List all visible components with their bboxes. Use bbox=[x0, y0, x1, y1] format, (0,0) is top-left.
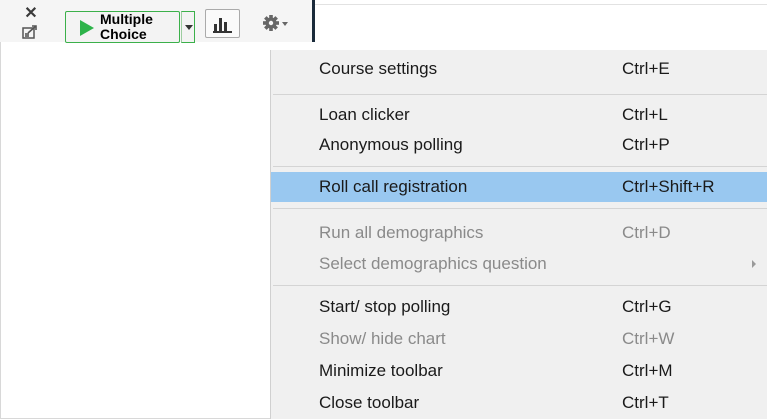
menu-item-close-toolbar[interactable]: Close toolbar Ctrl+T bbox=[271, 388, 767, 418]
divider bbox=[314, 4, 767, 5]
menu-item-label: Close toolbar bbox=[319, 393, 420, 412]
menu-item-label: Select demographics question bbox=[319, 254, 547, 273]
menu-item-shortcut: Ctrl+E bbox=[622, 59, 670, 78]
menu-item-label: Start/ stop polling bbox=[319, 297, 451, 316]
bar-chart-icon bbox=[213, 18, 232, 33]
menu-item-label: Course settings bbox=[319, 59, 438, 78]
menu-item-shortcut: Ctrl+M bbox=[622, 361, 673, 380]
menu-item-label: Anonymous polling bbox=[319, 135, 463, 154]
menu-item-anonymous-polling[interactable]: Anonymous polling Ctrl+P bbox=[271, 130, 767, 160]
menu-item-shortcut: Ctrl+L bbox=[622, 105, 668, 124]
menu-item-label: Loan clicker bbox=[319, 105, 410, 124]
menu-item-select-demographics-question[interactable]: Select demographics question bbox=[271, 249, 767, 279]
menu-item-shortcut: Ctrl+P bbox=[622, 135, 670, 154]
menu-item-label: Run all demographics bbox=[319, 223, 484, 242]
menu-separator bbox=[273, 94, 767, 95]
menu-item-shortcut: Ctrl+G bbox=[622, 297, 672, 316]
play-icon bbox=[80, 20, 94, 36]
menu-item-minimize-toolbar[interactable]: Minimize toolbar Ctrl+M bbox=[271, 356, 767, 386]
close-icon[interactable]: ✕ bbox=[22, 6, 40, 22]
menu-item-shortcut: Ctrl+Shift+R bbox=[622, 177, 715, 196]
menu-item-show-hide-chart[interactable]: Show/ hide chart Ctrl+W bbox=[271, 324, 767, 354]
menu-item-label: Roll call registration bbox=[319, 177, 468, 196]
window-frame-left bbox=[0, 0, 1, 419]
question-type-label: Multiple Choice bbox=[100, 11, 153, 42]
export-icon[interactable] bbox=[21, 24, 41, 40]
menu-item-label: Minimize toolbar bbox=[319, 361, 443, 380]
menu-item-shortcut: Ctrl+T bbox=[622, 393, 669, 412]
menu-separator bbox=[273, 166, 767, 167]
menu-item-shortcut: Ctrl+D bbox=[622, 223, 671, 242]
chevron-down-icon bbox=[185, 25, 193, 30]
settings-menu: Course settings Ctrl+E Loan clicker Ctrl… bbox=[270, 50, 767, 419]
settings-menu-button[interactable] bbox=[260, 11, 294, 35]
gear-icon bbox=[263, 15, 288, 31]
question-type-dropdown[interactable] bbox=[181, 11, 195, 43]
chevron-right-icon bbox=[752, 260, 756, 268]
menu-item-start-stop-polling[interactable]: Start/ stop polling Ctrl+G bbox=[271, 292, 767, 322]
show-chart-button[interactable] bbox=[205, 9, 240, 38]
menu-item-course-settings[interactable]: Course settings Ctrl+E bbox=[271, 54, 767, 84]
toolbar-edge bbox=[312, 0, 315, 42]
menu-item-shortcut: Ctrl+W bbox=[622, 329, 675, 348]
start-polling-button[interactable]: Multiple Choice bbox=[65, 11, 180, 43]
polling-toolbar: ✕ Multiple Choice bbox=[0, 0, 314, 43]
menu-item-run-all-demographics[interactable]: Run all demographics Ctrl+D bbox=[271, 218, 767, 248]
menu-separator bbox=[273, 285, 767, 286]
menu-item-loan-clicker[interactable]: Loan clicker Ctrl+L bbox=[271, 100, 767, 130]
menu-item-label: Show/ hide chart bbox=[319, 329, 446, 348]
menu-item-roll-call-registration[interactable]: Roll call registration Ctrl+Shift+R bbox=[271, 172, 767, 202]
menu-separator bbox=[273, 208, 767, 209]
